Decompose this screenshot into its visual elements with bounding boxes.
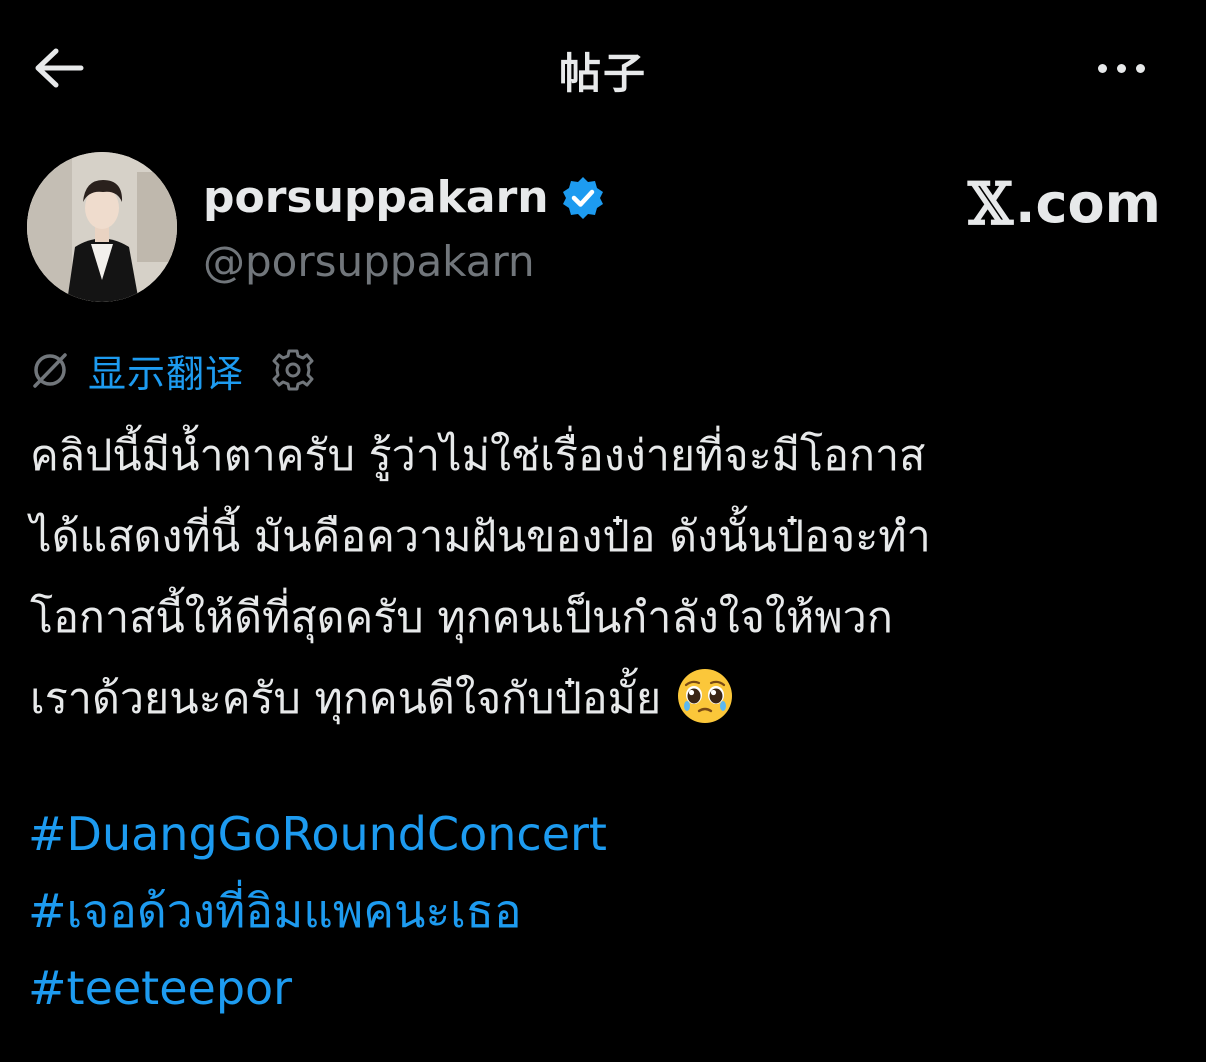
show-translation-link[interactable]: 显示翻译 <box>88 343 244 398</box>
translate-off-icon <box>33 353 67 388</box>
hashtag-list: #DuangGoRoundConcert #เจอด้วงที่อิมแพคนะ… <box>28 796 607 1027</box>
author-handle[interactable]: @porsuppakarn <box>203 234 535 290</box>
verified-badge-icon <box>562 177 603 219</box>
page-title: 帖子 <box>558 49 647 98</box>
author-name-text: porsuppakarn <box>203 172 549 223</box>
gear-icon[interactable] <box>270 347 316 393</box>
post-line: โอกาสนี้ให้ดีที่สุดครับ ทุกคนเป็นกำลังใจ… <box>30 593 893 643</box>
author-display-name[interactable]: porsuppakarn <box>203 170 607 226</box>
more-dot <box>1116 63 1126 73</box>
x-logo: 𝕏 .com <box>968 172 1161 236</box>
post-body: คลิปนี้มีน้ำตาครับ รู้ว่าไม่ใช่เรื่องง่า… <box>30 416 1180 740</box>
pleading-face-emoji <box>678 668 733 723</box>
hashtag-link[interactable]: #DuangGoRoundConcert <box>28 796 607 873</box>
more-options-button[interactable] <box>1088 48 1154 88</box>
post-line: ได้แสดงที่นี้ มันคือความฝันของป๋อ ดังนั้… <box>30 512 931 562</box>
avatar-photo <box>27 152 177 302</box>
top-bar: 帖子 <box>0 0 1206 135</box>
post-line-last: เราด้วยนะครับ ทุกคนดีใจกับป๋อมั้ย <box>30 659 1180 740</box>
more-dot <box>1135 63 1145 73</box>
hashtag-link[interactable]: #teeteepor <box>28 950 607 1027</box>
translate-row: 显示翻译 <box>30 342 316 398</box>
hashtag-link[interactable]: #เจอด้วงที่อิมแพคนะเธอ <box>28 873 607 950</box>
post-line: คลิปนี้มีน้ำตาครับ รู้ว่าไม่ใช่เรื่องง่า… <box>30 431 926 481</box>
x-logo-suffix: .com <box>1015 172 1161 235</box>
x-logo-letter: 𝕏 <box>968 170 1014 238</box>
more-horizontal-icon <box>1097 63 1107 73</box>
post-line-text: เราด้วยนะครับ ทุกคนดีใจกับป๋อมั้ย <box>30 674 662 724</box>
avatar[interactable] <box>27 152 177 302</box>
